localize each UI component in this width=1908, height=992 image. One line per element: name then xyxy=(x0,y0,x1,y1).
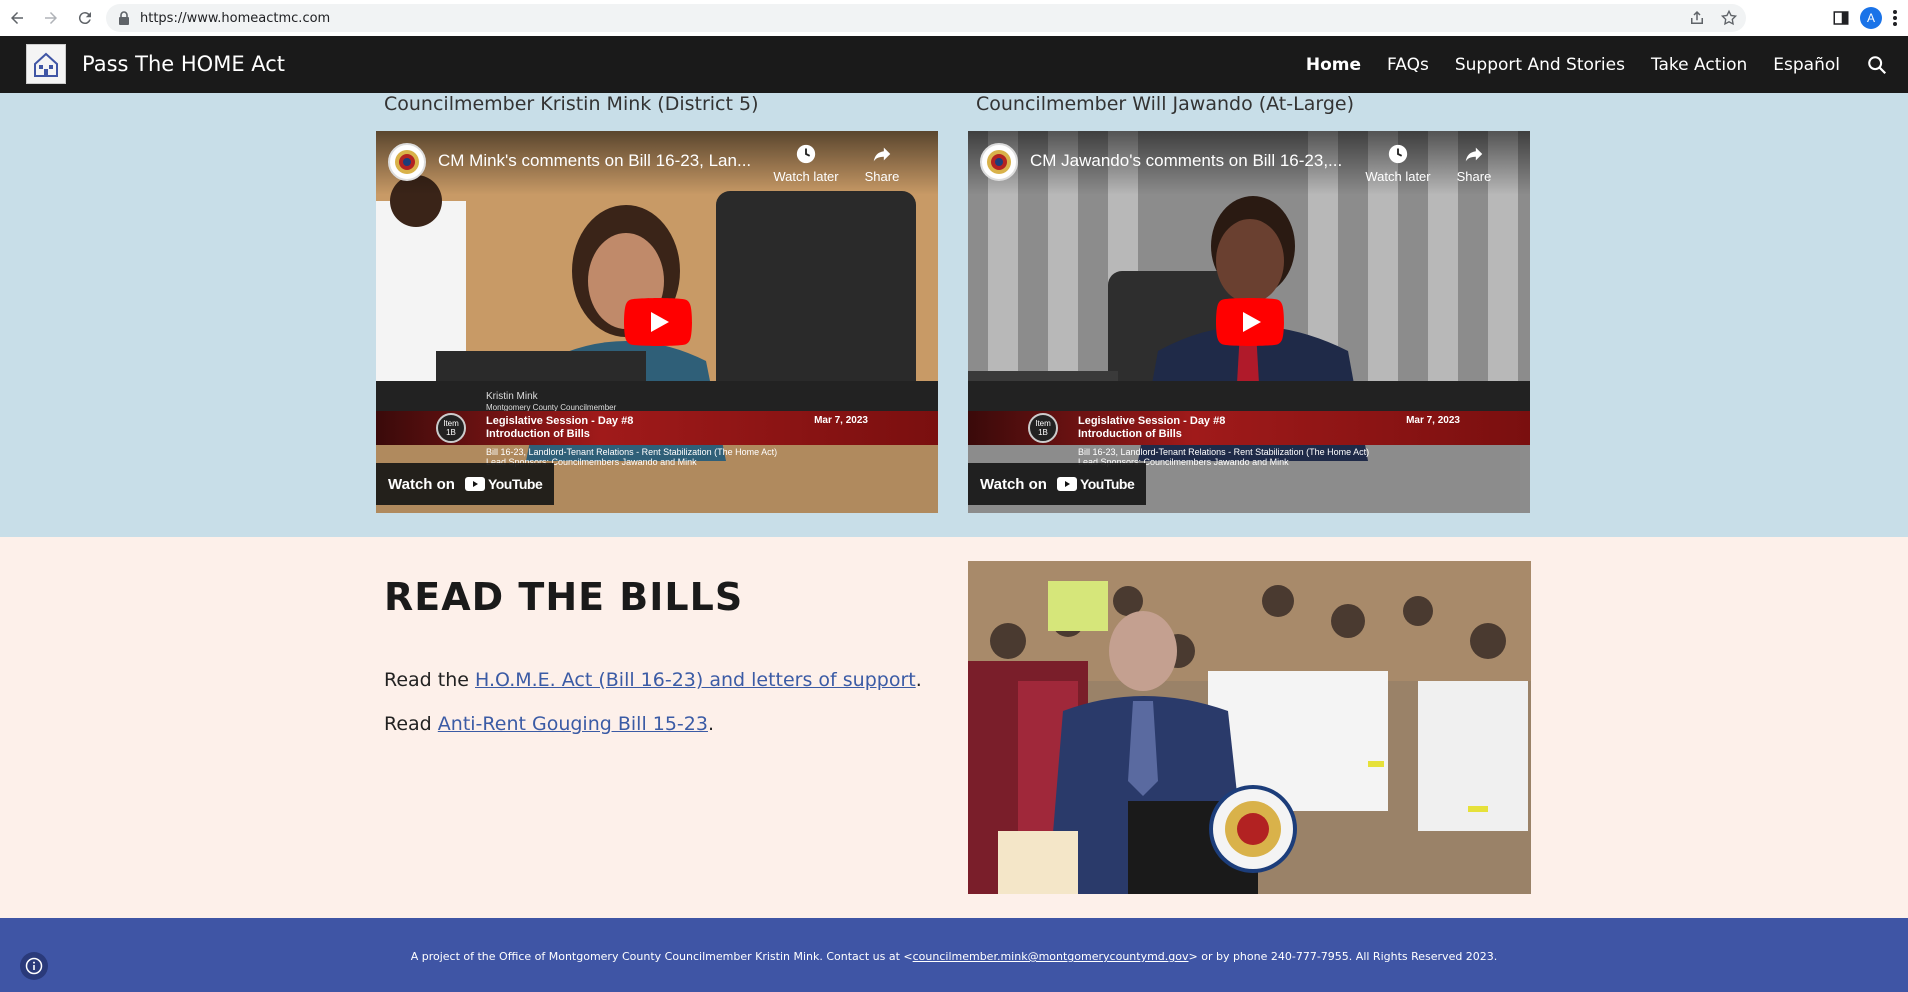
video-embed-jawando[interactable]: CM Jawando's comments on Bill 16-23,... … xyxy=(968,131,1530,513)
session-title: Legislative Session - Day #8 xyxy=(1078,415,1226,427)
share-arrow-icon xyxy=(1465,147,1483,162)
address-bar[interactable]: https://www.homeactmc.com xyxy=(106,4,1746,32)
browser-toolbar: https://www.homeactmc.com A xyxy=(0,0,1908,36)
watch-on-youtube-button[interactable]: Watch on YouTube xyxy=(376,463,555,505)
video-caption: Councilmember Kristin Mink (District 5) xyxy=(384,93,759,115)
url-text: https://www.homeactmc.com xyxy=(140,10,331,26)
side-panel-icon[interactable] xyxy=(1832,9,1850,27)
footer-prefix: A project of the Office of Montgomery Co… xyxy=(410,950,913,963)
section-heading: READ THE BILLS xyxy=(384,575,744,619)
site-title[interactable]: Pass The HOME Act xyxy=(82,52,285,76)
session-subtitle: Introduction of Bills xyxy=(1078,428,1182,440)
speaker-name: Kristin Mink xyxy=(486,391,538,402)
nav-faqs[interactable]: FAQs xyxy=(1387,55,1429,75)
video-section: Councilmember Kristin Mink (District 5) … xyxy=(0,93,1908,537)
footer-text: A project of the Office of Montgomery Co… xyxy=(0,950,1908,963)
session-subtitle: Introduction of Bills xyxy=(486,428,590,440)
footer-email-link[interactable]: councilmember.mink@montgomerycountymd.go… xyxy=(913,950,1189,963)
youtube-logo: YouTube xyxy=(1056,476,1135,492)
lock-icon xyxy=(119,11,129,25)
home-act-bill-link[interactable]: H.O.M.E. Act (Bill 16-23) and letters of… xyxy=(475,669,916,691)
clock-icon xyxy=(796,144,816,164)
site-footer: A project of the Office of Montgomery Co… xyxy=(0,918,1908,992)
channel-logo[interactable] xyxy=(980,143,1018,181)
video-title[interactable]: CM Jawando's comments on Bill 16-23,... xyxy=(1030,151,1370,171)
session-block: Legislative Session - Day #8 Introductio… xyxy=(486,415,633,441)
share-label: Share xyxy=(1456,169,1492,184)
video-lower-third: Kristin Mink Montgomery County Councilme… xyxy=(376,391,938,471)
share-button[interactable]: Share xyxy=(1446,143,1502,184)
rally-image xyxy=(968,561,1531,894)
watch-later-label: Watch later xyxy=(773,169,839,184)
bills-paragraph-2: Read Anti-Rent Gouging Bill 15-23. xyxy=(384,713,714,735)
youtube-wordmark: YouTube xyxy=(487,476,543,492)
youtube-play-icon[interactable] xyxy=(1216,298,1284,346)
forward-button[interactable] xyxy=(34,0,68,36)
text-prefix: Read the xyxy=(384,669,476,691)
footer-suffix: > or by phone 240-777-7955. All Rights R… xyxy=(1188,950,1498,963)
county-seal-icon xyxy=(987,150,1011,174)
nav-support-and-stories[interactable]: Support And Stories xyxy=(1455,55,1625,75)
session-date: Mar 7, 2023 xyxy=(1406,415,1460,426)
share-label: Share xyxy=(864,169,900,184)
arrow-right-icon xyxy=(45,12,57,24)
reload-button[interactable] xyxy=(68,0,102,36)
clock-icon xyxy=(1388,144,1408,164)
anti-rent-gouging-bill-link[interactable]: Anti-Rent Gouging Bill 15-23 xyxy=(438,713,708,735)
bill-line-1: Bill 16-23, Landlord-Tenant Relations - … xyxy=(1078,447,1370,457)
profile-avatar[interactable]: A xyxy=(1860,7,1882,29)
watch-on-label: Watch on xyxy=(388,475,455,493)
youtube-icon xyxy=(464,477,485,491)
main-nav: Home FAQs Support And Stories Take Actio… xyxy=(1306,36,1908,93)
share-arrow-icon xyxy=(873,147,891,162)
nav-take-action[interactable]: Take Action xyxy=(1651,55,1747,75)
read-the-bills-section: READ THE BILLS Read the H.O.M.E. Act (Bi… xyxy=(0,537,1908,918)
session-title: Legislative Session - Day #8 xyxy=(486,415,634,427)
watch-later-label: Watch later xyxy=(1365,169,1431,184)
share-button[interactable]: Share xyxy=(854,143,910,184)
youtube-wordmark: YouTube xyxy=(1079,476,1135,492)
bookmark-star-icon[interactable] xyxy=(1720,9,1738,27)
watch-on-label: Watch on xyxy=(980,475,1047,493)
text-prefix: Read xyxy=(384,713,438,735)
watch-on-youtube-button[interactable]: Watch on YouTube xyxy=(968,463,1147,505)
reload-icon xyxy=(78,12,91,25)
nav-espanol[interactable]: Español xyxy=(1773,55,1840,75)
channel-logo[interactable] xyxy=(388,143,426,181)
video-embed-mink[interactable]: CM Mink's comments on Bill 16-23, Lan...… xyxy=(376,131,938,513)
county-seal-icon xyxy=(395,150,419,174)
youtube-icon xyxy=(1056,477,1077,491)
rally-photo xyxy=(968,561,1531,894)
house-logo-icon xyxy=(34,52,58,77)
youtube-play-icon[interactable] xyxy=(624,298,692,346)
search-icon[interactable] xyxy=(1866,54,1888,76)
video-title[interactable]: CM Mink's comments on Bill 16-23, Lan... xyxy=(438,151,778,171)
kebab-menu-icon[interactable] xyxy=(1892,9,1898,27)
watch-later-button[interactable]: Watch later xyxy=(1362,143,1434,184)
speaker-name-block: Kristin Mink Montgomery County Councilme… xyxy=(486,391,616,413)
arrow-left-icon xyxy=(11,12,23,24)
text-suffix: . xyxy=(707,713,715,735)
watch-later-button[interactable]: Watch later xyxy=(770,143,842,184)
item-badge: Item 1B xyxy=(436,413,466,443)
bills-paragraph-1: Read the H.O.M.E. Act (Bill 16-23) and l… xyxy=(384,669,922,691)
session-date: Mar 7, 2023 xyxy=(814,415,868,426)
youtube-logo: YouTube xyxy=(464,476,543,492)
item-badge: Item 1B xyxy=(1028,413,1058,443)
session-block: Legislative Session - Day #8 Introductio… xyxy=(1078,415,1225,441)
site-header: Pass The HOME Act Home FAQs Support And … xyxy=(0,36,1908,93)
video-lower-third: Item 1B Legislative Session - Day #8 Int… xyxy=(968,391,1530,471)
site-logo[interactable] xyxy=(26,44,66,84)
back-button[interactable] xyxy=(0,0,34,36)
nav-home[interactable]: Home xyxy=(1306,55,1361,75)
video-caption: Councilmember Will Jawando (At-Large) xyxy=(976,93,1354,115)
bill-line-1: Bill 16-23, Landlord-Tenant Relations - … xyxy=(486,447,778,457)
share-page-icon[interactable] xyxy=(1688,9,1706,27)
text-suffix: . xyxy=(915,669,922,691)
